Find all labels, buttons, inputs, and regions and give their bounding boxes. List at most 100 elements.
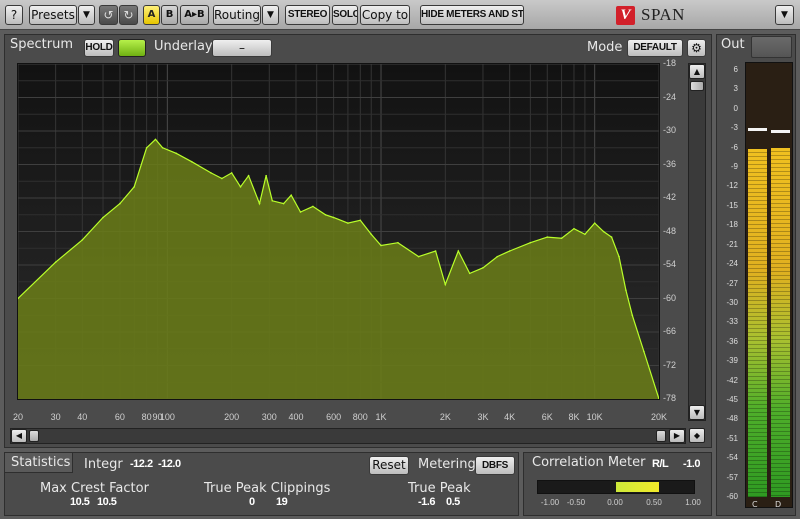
undo-button[interactable]: ↺ [99, 5, 118, 25]
reset-button[interactable]: Reset [369, 456, 409, 475]
redo-button[interactable]: ↻ [119, 5, 138, 25]
chevron-down-icon: ▼ [267, 10, 274, 20]
toolbar: ? Presets ▼ ↺ ↻ A B A▸B Routing ▼ STEREO… [0, 0, 800, 30]
horizontal-scrollbar[interactable] [10, 428, 686, 444]
meter-scale-tick: -36 [726, 336, 738, 346]
spectrum-point [210, 172, 212, 174]
solo-button[interactable]: SOLO [332, 5, 358, 25]
ab-a-button[interactable]: A [143, 5, 160, 25]
correlation-scale-label: 1.00 [685, 498, 701, 507]
spectrum-point [370, 233, 373, 236]
y-tick-label: -54 [663, 259, 677, 269]
spectrum-point [54, 261, 57, 264]
spectrum-point [271, 199, 274, 202]
metering-select[interactable]: DBFS [475, 456, 515, 475]
meter-scale-tick: -48 [726, 414, 738, 424]
x-tick-label: 20 [12, 412, 24, 422]
meter-scale-tick: -33 [726, 317, 738, 327]
vertical-scroll-thumb[interactable] [690, 81, 704, 91]
scroll-down-button[interactable]: ▼ [689, 405, 705, 420]
stereo-button[interactable]: STEREO [285, 5, 330, 25]
hide-meters-button[interactable]: HIDE METERS AND STATS [420, 5, 524, 25]
spectrum-point [175, 152, 177, 155]
spectrum-point [457, 250, 460, 252]
spectrum-point [508, 250, 511, 252]
spectrum-point [258, 202, 261, 205]
settings-button[interactable]: ⚙ [687, 39, 706, 57]
spectrum-point [332, 216, 335, 219]
spectrum-point [546, 236, 549, 238]
arrow-up-icon: ▲ [693, 67, 701, 76]
spectrum-point [230, 172, 233, 174]
spectrum-point [417, 255, 420, 258]
correlation-scale-label: -1.00 [540, 498, 560, 507]
spectrum-point [631, 314, 634, 317]
meter-scale-tick: -3 [730, 123, 738, 133]
meter-scale-tick: -12 [726, 181, 738, 191]
horizontal-scroll-thumb-left[interactable] [29, 430, 39, 442]
window-menu-button[interactable]: ▼ [775, 5, 794, 25]
output-meter-header [751, 36, 792, 58]
y-tick-label: -72 [663, 359, 677, 370]
meter-scale-tick: -6 [730, 142, 738, 152]
redo-icon: ↻ [123, 8, 134, 22]
routing-button[interactable]: Routing [213, 5, 261, 25]
x-tick-label: 3K [477, 412, 489, 422]
spectrum-point [239, 186, 242, 188]
spectrum-point [610, 236, 613, 238]
ab-copy-button[interactable]: A▸B [180, 5, 209, 25]
ab-b-button[interactable]: B [161, 5, 178, 25]
y-tick-label: -24 [663, 91, 677, 102]
help-button[interactable]: ? [5, 5, 23, 25]
spectrum-point [573, 227, 575, 230]
metering-label: Metering [418, 457, 476, 472]
presets-button[interactable]: Presets [29, 5, 77, 25]
hold-toggle-indicator[interactable] [118, 39, 146, 57]
routing-dropdown-button[interactable]: ▼ [262, 5, 279, 25]
max-crest-value-right: 10.5 [97, 496, 117, 508]
meter-scale-tick: 0 [733, 103, 738, 113]
meter-scale-tick: 6 [733, 65, 738, 74]
hold-button[interactable]: HOLD [84, 39, 114, 57]
y-tick-label: -36 [663, 158, 677, 169]
y-tick-label: -60 [663, 292, 677, 303]
meter-scale-tick: -60 [726, 492, 738, 501]
presets-dropdown-button[interactable]: ▼ [78, 5, 95, 25]
spectrum-point [584, 233, 586, 236]
mode-select[interactable]: DEFAULT [627, 39, 683, 57]
scroll-left-button[interactable]: ◀ [11, 429, 27, 443]
max-crest-label: Max Crest Factor [40, 481, 149, 496]
spectrum-point [102, 216, 104, 219]
meter-peak-hold-c [748, 128, 767, 132]
meter-bar-c [748, 148, 767, 497]
arrow-down-icon: ▼ [693, 408, 701, 417]
x-tick-label: 10K [586, 412, 603, 422]
y-tick-label: -48 [663, 225, 677, 236]
x-tick-label: 2K [439, 412, 451, 422]
scroll-right-button[interactable]: ▶ [669, 429, 685, 443]
x-tick-label: 6K [541, 412, 553, 422]
x-tick-label: 4K [504, 412, 516, 422]
spectrum-point [290, 194, 293, 197]
x-tick-label: 80 [141, 412, 152, 422]
spectrum-point [247, 174, 250, 177]
horizontal-scroll-thumb-right[interactable] [656, 430, 666, 442]
true-peak-label: True Peak [408, 481, 471, 496]
underlay-select[interactable]: – [212, 39, 272, 57]
x-tick-label: 30 [50, 412, 61, 422]
spectrum-point [265, 174, 267, 177]
spectrum-point [347, 222, 349, 224]
zoom-fit-button[interactable]: ◆ [689, 428, 705, 443]
meter-scale-tick: -30 [726, 297, 738, 307]
copy-to-button[interactable]: Copy to [360, 5, 410, 25]
spectrum-point [618, 255, 620, 258]
true-peak-value-left: -1.6 [418, 496, 435, 508]
meter-peak-hold-d [771, 130, 790, 134]
vertical-scrollbar[interactable] [688, 63, 706, 421]
x-tick-label: 100 [159, 412, 175, 422]
meter-scale-tick: -21 [726, 239, 738, 249]
arrow-right-icon: ▶ [673, 431, 681, 440]
x-tick-label: 8K [568, 412, 580, 422]
scroll-up-button[interactable]: ▲ [689, 64, 705, 79]
spectrum-plot[interactable] [17, 63, 660, 400]
